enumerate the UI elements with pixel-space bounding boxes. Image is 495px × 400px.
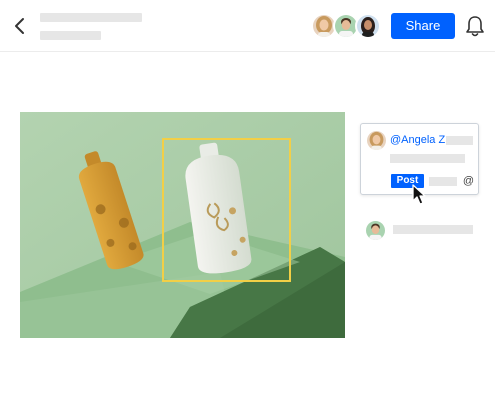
collaborator-avatars[interactable] <box>311 13 381 39</box>
top-bar: Share <box>0 0 495 52</box>
mention-text: @Angela Z <box>390 134 446 146</box>
avatar-man[interactable] <box>366 221 385 240</box>
comment-text-placeholder <box>390 154 465 163</box>
reply-text-placeholder <box>393 225 473 234</box>
file-subtitle-placeholder <box>40 31 101 40</box>
annotation-box[interactable] <box>162 138 291 282</box>
avatar-woman-blonde <box>367 131 386 150</box>
comment-action-placeholder <box>429 177 457 186</box>
avatar-woman-dark-hair[interactable] <box>355 13 381 39</box>
mouse-pointer-icon <box>411 184 427 206</box>
image-preview[interactable] <box>20 112 345 338</box>
file-title-placeholder <box>40 13 142 22</box>
bell-icon[interactable] <box>464 14 486 38</box>
chevron-left-icon[interactable] <box>10 14 30 38</box>
comment-text-placeholder <box>446 136 473 145</box>
mention-button[interactable]: @ <box>462 174 475 188</box>
share-button[interactable]: Share <box>391 13 455 39</box>
app-page: Share @Angela Z Post @ <box>0 0 495 400</box>
